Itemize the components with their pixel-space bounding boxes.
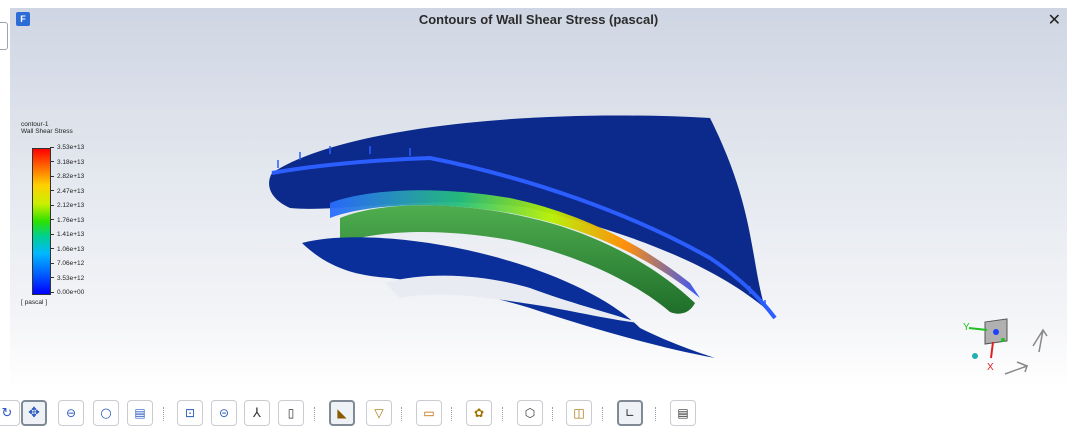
view-orientation-icon: ▯ [287, 406, 295, 420]
axis-triad[interactable]: Y X [945, 308, 1055, 388]
rotate-button[interactable]: ↻ [0, 400, 20, 426]
zoom-in-out-button[interactable]: ⊖ [58, 400, 84, 426]
toolbar-separator [401, 407, 404, 421]
graphics-toolbar: ↻ ✥ ⊖ ○ ▤ ⊡ ⊝ ⅄ ▯ ◣ ▽ ▭ ✿ ⬡ ◫ ∟ ▤ [0, 398, 1067, 432]
bounding-box-icon: ◫ [573, 406, 585, 420]
rotate-arrow-icon [1004, 361, 1029, 375]
headlight-button[interactable]: ◣ [329, 400, 355, 426]
rotate-icon: ↻ [1, 405, 13, 421]
graphics-viewport[interactable]: F Contours of Wall Shear Stress (pascal)… [10, 8, 1067, 388]
toolbar-separator [163, 407, 166, 421]
y-axis-label: Y [963, 322, 970, 333]
toolbar-separator [314, 407, 317, 421]
fit-to-window-button[interactable]: ⊡ [177, 400, 203, 426]
cube-icon: ⬡ [524, 406, 536, 420]
toggle-button[interactable]: ▭ [416, 400, 442, 426]
view-orientation-button[interactable]: ▯ [278, 400, 304, 426]
toolbar-separator [602, 407, 605, 421]
perspective-icon: ▽ [374, 406, 384, 420]
y-axis-dot [1001, 338, 1005, 342]
side-panel-tab[interactable] [0, 22, 8, 50]
zoom-to-area-button[interactable]: ▤ [127, 400, 153, 426]
annotate-icon: ▤ [677, 406, 689, 420]
toolbar-separator [552, 407, 555, 421]
toolbar-separator [451, 407, 454, 421]
zoom-icon: ○ [100, 405, 112, 421]
x-axis-line [990, 341, 994, 359]
axes-icon: ∟ [624, 406, 636, 420]
y-axis-line [968, 327, 988, 331]
isometric-icon: ⅄ [253, 405, 261, 421]
isometric-view-button[interactable]: ⅄ [244, 400, 270, 426]
toolbar-separator [655, 407, 658, 421]
perspective-button[interactable]: ▽ [366, 400, 392, 426]
pan-button[interactable]: ✥ [21, 400, 47, 426]
bounding-box-button[interactable]: ◫ [566, 400, 592, 426]
left-edge [0, 0, 10, 440]
toggle-icon: ▭ [423, 406, 435, 420]
display-options-button[interactable]: ✿ [466, 400, 492, 426]
zoom-area-icon: ▤ [134, 406, 146, 420]
annotate-button[interactable]: ▤ [670, 400, 696, 426]
headlight-icon: ◣ [337, 406, 347, 420]
zoom-out-button[interactable]: ⊝ [211, 400, 237, 426]
zoom-button[interactable]: ○ [93, 400, 119, 426]
origin-dot [972, 353, 978, 359]
rotate-arrow-icon [1032, 328, 1048, 353]
fit-window-icon: ⊡ [184, 406, 196, 420]
zoom-in-out-icon: ⊖ [65, 406, 77, 420]
contour-model[interactable] [10, 8, 1067, 388]
z-axis-dot [993, 329, 999, 335]
axes-button[interactable]: ∟ [617, 400, 643, 426]
x-axis-label: X [987, 362, 994, 373]
pan-icon: ✥ [28, 405, 40, 421]
display-options-icon: ✿ [473, 406, 485, 420]
cube-view-button[interactable]: ⬡ [517, 400, 543, 426]
toolbar-separator [502, 407, 505, 421]
zoom-out-icon: ⊝ [218, 406, 230, 420]
